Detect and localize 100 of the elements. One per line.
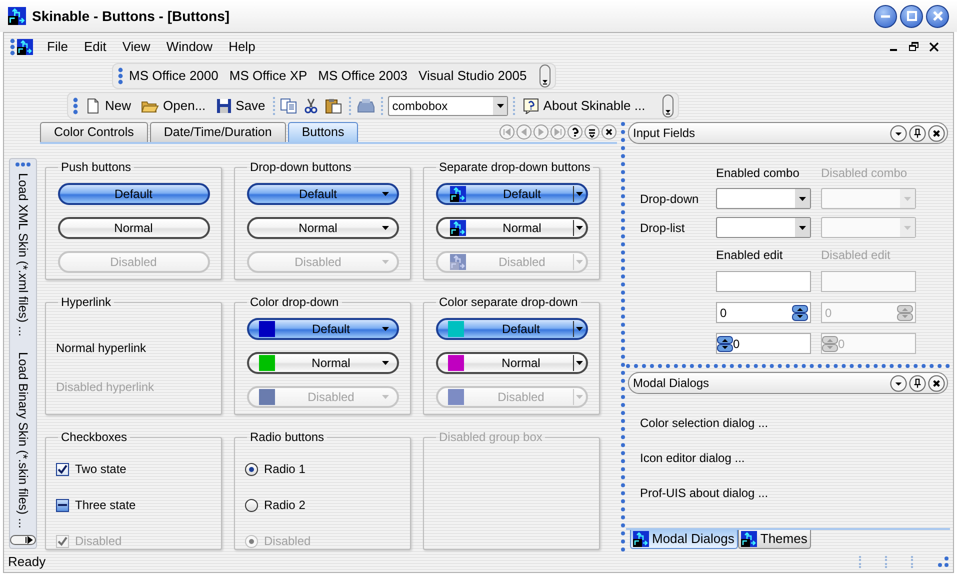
split-button[interactable]: Default	[436, 183, 588, 205]
minimize-button[interactable]	[874, 4, 897, 28]
input-field[interactable]: 0	[716, 333, 811, 354]
printer-icon[interactable]	[356, 98, 376, 114]
side-bar-item[interactable]: Load XML Skin (*.xml files) ...	[15, 173, 31, 336]
pin-icon[interactable]	[909, 374, 926, 392]
maximize-button[interactable]	[900, 4, 923, 28]
group-title: Separate drop-down buttons	[438, 159, 592, 176]
grip-icon[interactable]	[10, 38, 15, 56]
dialog-link[interactable]: Color selection dialog ...	[640, 414, 950, 432]
status-text: Ready	[8, 553, 46, 572]
toolbar-options-handle[interactable]	[538, 64, 551, 88]
close-icon	[932, 11, 942, 21]
resize-grip-icon[interactable]	[937, 556, 949, 568]
caret-icon	[382, 361, 388, 365]
next-icon[interactable]	[533, 124, 549, 140]
dialog-link[interactable]: Icon editor dialog ...	[640, 449, 950, 467]
grip-icon[interactable]	[118, 67, 123, 85]
copy-icon[interactable]	[280, 98, 298, 114]
toolbar-button[interactable]: Open...	[138, 96, 209, 116]
caret-icon	[382, 226, 388, 230]
push-button[interactable]: Default	[58, 183, 210, 205]
help-icon	[523, 98, 540, 114]
toolbar-button[interactable]: Save	[212, 96, 268, 116]
close-icon[interactable]	[929, 42, 939, 52]
checkbox-label: Disabled	[75, 533, 122, 550]
split-button[interactable]: Normal	[436, 217, 588, 239]
combo-box[interactable]: combobox	[388, 96, 508, 116]
app-icon	[450, 186, 466, 202]
checkbox[interactable]	[56, 462, 69, 476]
first-page-icon[interactable]	[499, 124, 515, 140]
toolbar-button[interactable]: About Skinable ...	[520, 96, 648, 116]
combo-box[interactable]	[716, 188, 811, 209]
spin-button[interactable]	[717, 336, 733, 352]
hyperlink[interactable]: Normal hyperlink	[56, 339, 146, 357]
app-icon	[633, 531, 649, 547]
restore-icon[interactable]	[909, 42, 919, 52]
spin-button[interactable]	[792, 304, 808, 320]
close-button[interactable]	[926, 4, 949, 28]
help-icon[interactable]	[567, 124, 583, 140]
caret-icon	[382, 192, 388, 196]
scroll-button[interactable]	[10, 535, 36, 545]
menu-icon[interactable]	[584, 124, 600, 140]
menu-item[interactable]: Help	[220, 37, 264, 57]
dropdown-button[interactable]: Default	[246, 183, 398, 205]
toolbar-button[interactable]: New	[82, 96, 134, 116]
dropdown-icon[interactable]	[890, 374, 907, 392]
group-title: Color drop-down	[249, 294, 340, 311]
push-button[interactable]: Normal	[58, 217, 210, 239]
color-dropdown-button[interactable]: Default	[246, 318, 398, 340]
save-icon	[216, 98, 232, 114]
toolbar-options-handle[interactable]	[662, 94, 674, 118]
close-icon[interactable]	[928, 124, 945, 142]
theme-button[interactable]: MS Office 2000	[124, 66, 224, 86]
dropdown-button[interactable]: Normal	[246, 217, 398, 239]
pane-tab[interactable]: Modal Dialogs	[630, 530, 738, 549]
radio-label: Radio 1	[264, 461, 306, 478]
tab[interactable]: Buttons	[288, 122, 358, 142]
pin-icon[interactable]	[909, 124, 926, 142]
grip-icon[interactable]	[15, 162, 31, 167]
combo-box[interactable]	[716, 217, 811, 238]
tab[interactable]: Date/Time/Duration	[150, 122, 286, 142]
group-title: Disabled group box	[438, 429, 544, 446]
checkbox[interactable]	[56, 498, 69, 512]
caret-icon	[496, 104, 504, 108]
grip-icon[interactable]	[73, 96, 78, 114]
theme-button[interactable]: Visual Studio 2005	[414, 66, 532, 86]
close-icon[interactable]	[928, 374, 945, 392]
dialog-link[interactable]: Prof-UIS about dialog ...	[640, 484, 950, 502]
menu-item[interactable]: File	[39, 37, 76, 57]
color-dropdown-button[interactable]: Normal	[246, 352, 398, 374]
pane-tab[interactable]: Themes	[738, 530, 812, 549]
app-icon	[450, 254, 466, 270]
menu-item[interactable]: Edit	[76, 37, 114, 57]
caret-icon	[576, 226, 582, 230]
clipboard-icon[interactable]	[324, 98, 344, 114]
previous-icon[interactable]	[516, 124, 532, 140]
caret-icon	[576, 192, 582, 196]
input-field[interactable]	[716, 271, 811, 292]
app-icon	[450, 220, 466, 236]
caret-icon	[904, 226, 911, 230]
close-icon[interactable]	[601, 124, 617, 140]
dropdown-icon[interactable]	[890, 124, 907, 142]
theme-button[interactable]: MS Office XP	[224, 66, 312, 86]
radio-button[interactable]	[245, 498, 258, 512]
theme-button[interactable]: MS Office 2003	[313, 66, 413, 86]
menu-item[interactable]: View	[114, 37, 158, 57]
color-split-button[interactable]: Default	[436, 318, 588, 340]
new-file-icon	[85, 98, 101, 114]
caret-icon	[799, 226, 806, 230]
tab[interactable]: Color Controls	[40, 122, 148, 142]
radio-label: Radio 2	[264, 497, 306, 514]
color-split-button[interactable]: Normal	[436, 352, 588, 374]
column-header: Disabled edit	[821, 247, 892, 264]
checkbox-label: Two state	[75, 461, 126, 478]
input-field[interactable]	[821, 271, 916, 292]
radio-button[interactable]	[245, 462, 258, 476]
menu-item[interactable]: Window	[158, 37, 221, 57]
input-field[interactable]: 0	[716, 302, 811, 323]
side-bar-item[interactable]: Load Binary Skin (*.skin files) ...	[15, 352, 31, 529]
